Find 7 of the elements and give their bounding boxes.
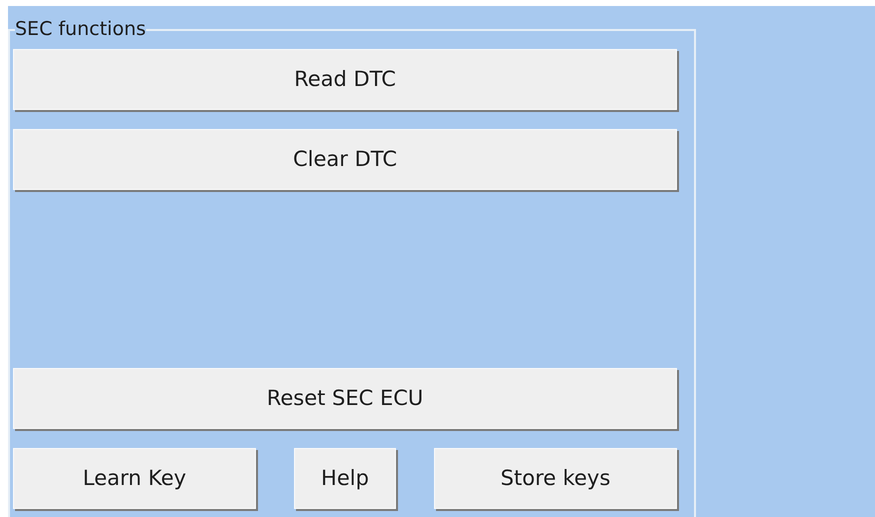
action-button[interactable]: Help	[294, 448, 396, 509]
action-button[interactable]: Reset SEC ECU	[13, 368, 677, 429]
action-button[interactable]: Read DTC	[13, 49, 677, 110]
action-button[interactable]: Learn Key	[13, 448, 256, 509]
group-title: SEC functions	[15, 20, 146, 39]
action-button[interactable]: Clear DTC	[13, 129, 677, 190]
action-button[interactable]: Store keys	[434, 448, 677, 509]
